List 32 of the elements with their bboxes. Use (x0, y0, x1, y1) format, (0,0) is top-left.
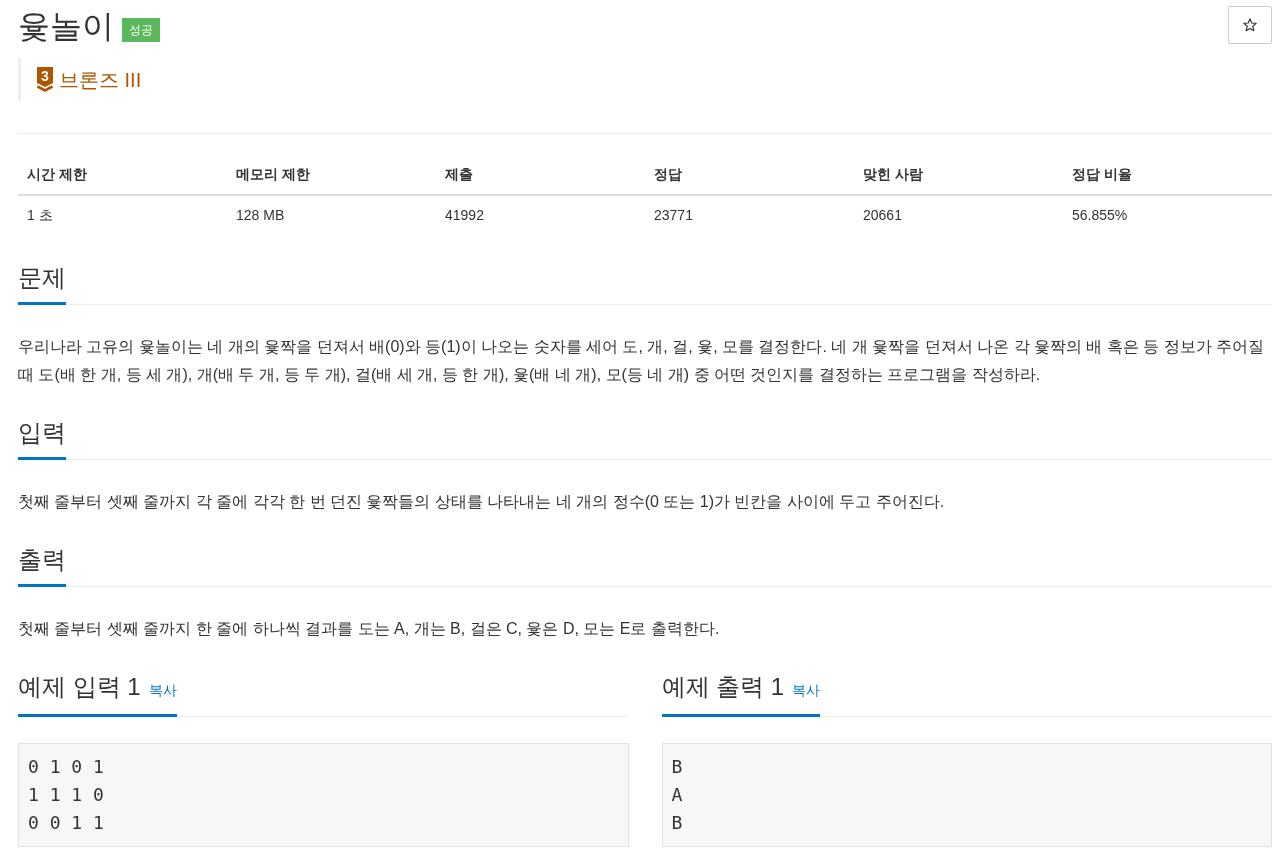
tier-link[interactable]: 브론즈 III (59, 67, 142, 92)
table-cell: 41992 (436, 195, 645, 234)
problem-title: 윷놀이 (18, 7, 114, 46)
table-header-cell: 메모리 제한 (227, 154, 436, 195)
table-cell: 20661 (854, 195, 1063, 234)
section-text: 첫째 줄부터 셋째 줄까지 한 줄에 하나씩 결과를 도는 A, 개는 B, 걸은 C, 윷은 D, 모는 E로 출력한다. (18, 619, 721, 639)
code-line: A (671, 783, 684, 807)
section-text: 우리나라 고유의 윷놀이는 네 개의 윷짝을 던져서 배(0)와 등(1)이 나오는 숫자를 세어 도, 개, 걸, 윷, 모를 결정한다. 네 개 윷짝을 던져서 나온 각 윷짝의 배 혹은 등 정보가 주어질 때 도(배 한 개, 등 세 개), 개(배 두 개, 등 두 개), 걸(배 세 개, 등 한 개), 윷(배 네 개), 모(등 네 개) 중 어떤 것인지를 결정하는 프로그램을 작성하라. (18, 337, 1266, 385)
table-cell: 1 초 (18, 195, 227, 234)
table-cell: 56.855% (1063, 195, 1272, 234)
copy-link[interactable]: 복사 (792, 674, 821, 706)
table-header-cell: 정답 (645, 154, 854, 195)
copy-link[interactable]: 복사 (148, 674, 177, 706)
table-header-cell: 시간 제한 (18, 154, 227, 195)
section-heading: 문제 (18, 262, 66, 305)
table-cell: 23771 (645, 195, 854, 234)
code-line: 0 0 1 1 (28, 811, 105, 835)
code-line: 0 1 0 1 (28, 755, 105, 779)
section-heading: 입력 (18, 417, 66, 460)
section-text: 첫째 줄부터 셋째 줄까지 각 줄에 각각 한 번 던진 윷짝들의 상태를 나타내는 네 개의 정수(0 또는 1)가 빈칸을 사이에 두고 주어진다. (18, 492, 946, 512)
code-line: B (671, 811, 684, 835)
table-header-cell: 맞힌 사람 (854, 154, 1063, 195)
sample-heading: 예제 출력 1 (661, 672, 785, 702)
star-button[interactable] (1228, 6, 1272, 44)
table-header-cell: 제출 (436, 154, 645, 195)
code-line: B (671, 755, 684, 779)
table-cell: 128 MB (227, 195, 436, 234)
section-heading: 출력 (18, 544, 66, 587)
sample-heading: 예제 입력 1 (18, 672, 141, 702)
result-badge: 성공 (122, 18, 160, 42)
code-line: 1 1 1 0 (28, 783, 105, 807)
table-header-cell: 정답 비율 (1063, 154, 1272, 195)
